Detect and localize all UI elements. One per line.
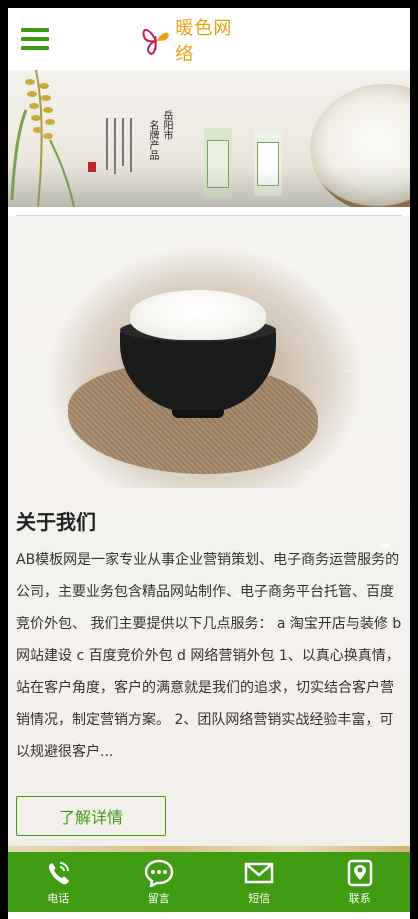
nav-label-message: 留言 [147,891,170,905]
phone-icon [49,861,70,884]
page-frame: 暖色网络 岳阳市 名牌产品 关于我们 AB模板网是一家专业从事企业营销策划、电子… [8,8,410,919]
hero-banner[interactable]: 岳阳市 名牌产品 [8,70,410,207]
about-description: AB模板网是一家专业从事企业营销策划、电子商务运营服务的公司，主要业务包含精品网… [16,552,402,760]
header: 暖色网络 [8,8,410,70]
bottom-nav: 电话 留言 短信 联系 [8,852,410,912]
butterfly-icon [142,28,169,55]
calligraphy-right: 名牌产品 [147,120,158,160]
about-title: 关于我们 [16,510,96,534]
chat-bubble-icon [144,859,174,887]
nav-item-contact[interactable]: 联系 [310,852,411,912]
map-pin-icon [347,859,372,886]
calligraphy-left: 岳阳市 [161,110,172,140]
logo-text: 暖色网络 [175,18,233,65]
hamburger-menu-icon[interactable] [21,28,49,52]
nav-label-phone: 电话 [47,891,70,905]
nav-item-sms[interactable]: 短信 [209,852,310,912]
nav-item-phone[interactable]: 电话 [8,852,109,912]
nav-label-contact: 联系 [348,891,371,905]
rice-bowl-image [120,290,276,418]
nav-label-sms: 短信 [248,891,271,905]
about-section: 关于我们 AB模板网是一家专业从事企业营销策划、电子商务运营服务的公司，主要业务… [8,216,410,846]
site-logo[interactable]: 暖色网络 [140,18,250,65]
learn-more-button[interactable]: 了解详情 [16,796,166,836]
nav-item-message[interactable]: 留言 [109,852,210,912]
envelope-icon [245,862,274,883]
